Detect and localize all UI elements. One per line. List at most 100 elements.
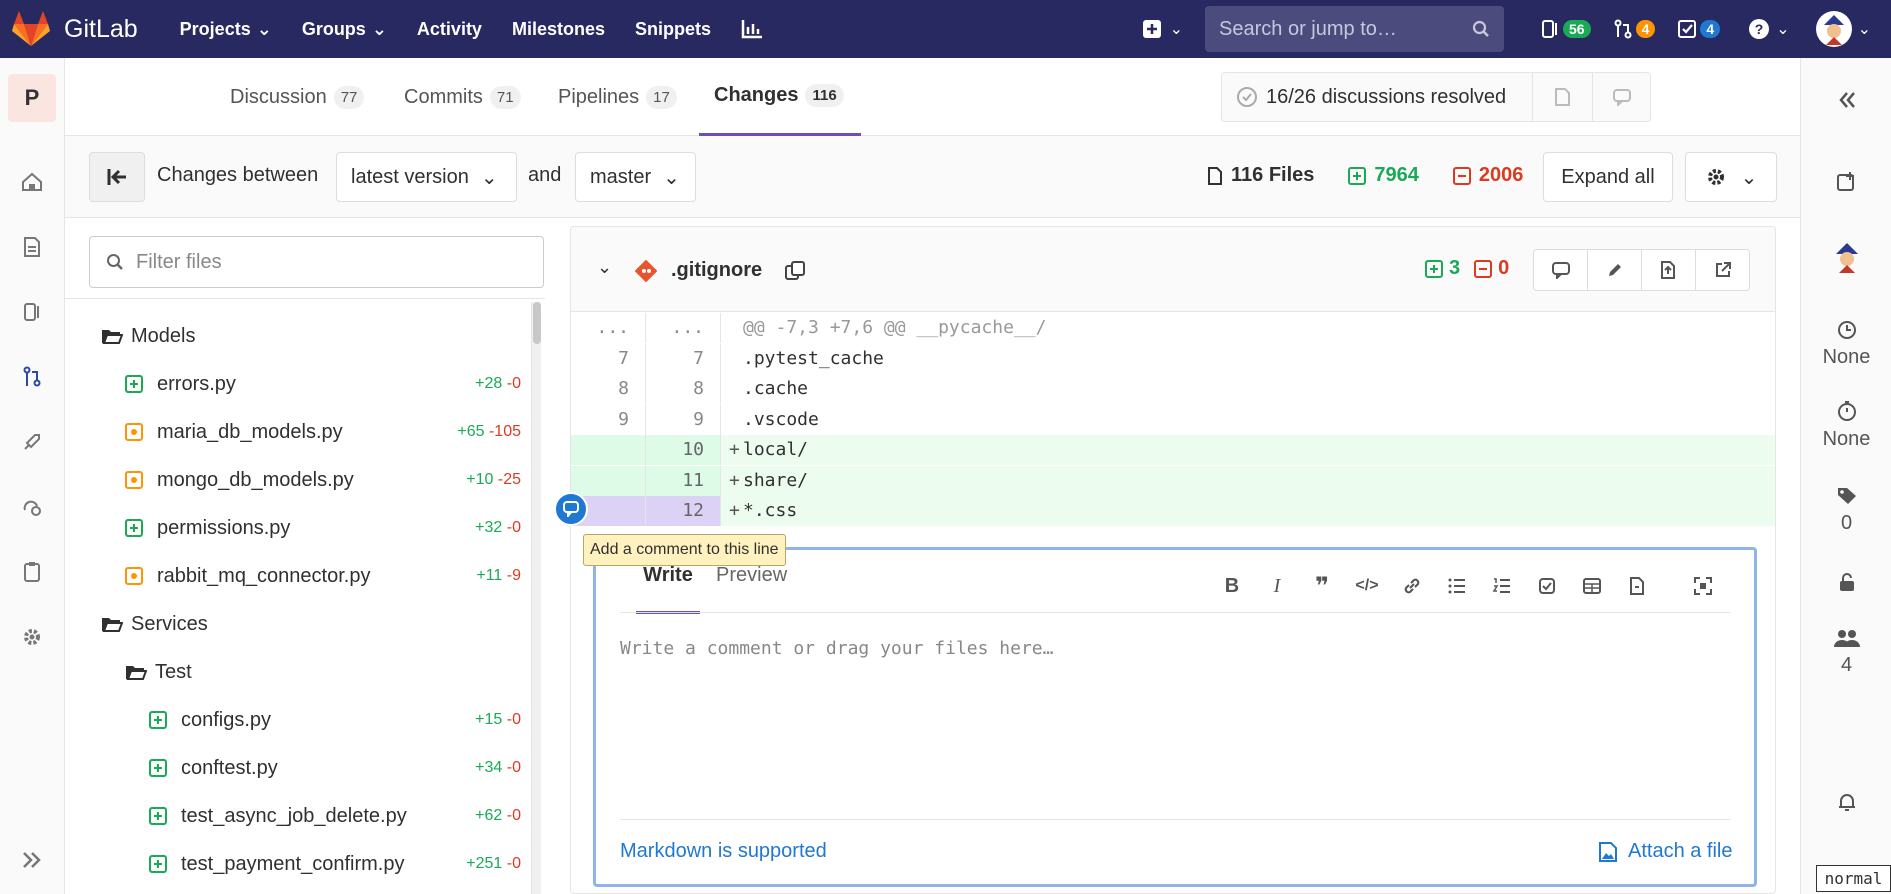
document-icon[interactable] — [12, 227, 52, 267]
issues-counter[interactable]: 56 — [1540, 19, 1591, 39]
add-comment-bubble[interactable] — [554, 492, 588, 526]
version-dropdown[interactable]: latest version ⌄ — [336, 152, 517, 202]
fullscreen-icon[interactable] — [1689, 572, 1717, 600]
todos-counter[interactable]: 4 — [1677, 19, 1721, 39]
search-input[interactable]: Search or jump to… — [1205, 6, 1505, 52]
diff-line[interactable]: 11 + share/ — [571, 465, 1775, 496]
jump-to-discussion-button[interactable] — [1592, 73, 1650, 121]
attach-file-link[interactable]: Attach a file — [1598, 840, 1733, 863]
new-dropdown[interactable]: ⌄ — [1142, 19, 1183, 39]
toggle-comments-button[interactable] — [1533, 249, 1588, 291]
old-line-number[interactable] — [571, 465, 646, 496]
collapse-sidebar-icon[interactable] — [1801, 90, 1891, 110]
markdown-help-link[interactable]: Markdown is supported — [620, 840, 827, 863]
folder-item[interactable]: Services — [101, 604, 521, 644]
filter-files-input[interactable]: Filter files — [89, 236, 544, 288]
time-tracking-item[interactable]: None — [1801, 400, 1891, 451]
bold-icon[interactable]: B — [1218, 572, 1246, 600]
nav-groups[interactable]: Groups ⌄ — [302, 19, 387, 40]
tab-commits[interactable]: Commits 71 — [404, 58, 521, 136]
gitlab-logo[interactable]: GitLab — [12, 11, 138, 47]
comment-textarea[interactable]: Write a comment or drag your files here… — [620, 638, 1730, 768]
numbered-list-icon[interactable] — [1488, 572, 1516, 600]
chart-icon[interactable] — [741, 19, 763, 39]
diff-line[interactable]: 8 8 .cache — [571, 374, 1775, 404]
nav-milestones[interactable]: Milestones — [512, 19, 605, 40]
notifications-bell-icon[interactable] — [1801, 792, 1891, 812]
file-item[interactable]: configs.py +15 -0 — [149, 700, 521, 740]
operations-icon[interactable] — [12, 487, 52, 527]
new-line-number[interactable]: 9 — [646, 404, 721, 435]
nav-projects[interactable]: Projects ⌄ — [180, 19, 272, 40]
issues-icon[interactable] — [12, 292, 52, 332]
new-line-number[interactable]: 8 — [646, 374, 721, 404]
merge-requests-counter[interactable]: 4 — [1613, 19, 1656, 39]
view-file-button[interactable] — [1641, 249, 1696, 291]
attach-file-icon[interactable] — [1623, 572, 1651, 600]
new-line-number[interactable]: 12 — [646, 496, 721, 526]
gear-icon[interactable] — [12, 617, 52, 657]
assignee-avatar[interactable] — [1801, 240, 1891, 274]
help-dropdown[interactable]: ? ⌄ — [1748, 18, 1790, 40]
copy-icon[interactable] — [784, 260, 806, 282]
merge-request-icon[interactable] — [12, 357, 52, 397]
diff-line[interactable]: 9 9 .vscode — [571, 404, 1775, 435]
add-todo-icon[interactable] — [1801, 170, 1891, 192]
nav-snippets[interactable]: Snippets — [635, 19, 711, 40]
new-line-number[interactable]: 10 — [646, 435, 721, 465]
file-item[interactable]: errors.py +28 -0 — [125, 364, 521, 404]
new-line-number[interactable]: 7 — [646, 343, 721, 374]
scrollbar-thumb[interactable] — [533, 302, 541, 344]
edit-file-button[interactable] — [1587, 249, 1642, 291]
old-line-number[interactable] — [571, 435, 646, 465]
table-icon[interactable] — [1578, 572, 1606, 600]
new-line-number[interactable]: ... — [646, 313, 721, 343]
project-avatar[interactable]: P — [8, 74, 56, 122]
new-line-number[interactable]: 11 — [646, 465, 721, 496]
chevron-down-icon[interactable]: ⌄ — [597, 257, 612, 278]
home-icon[interactable] — [12, 162, 52, 202]
tab-pipelines[interactable]: Pipelines 17 — [558, 58, 677, 136]
jump-next-unresolved-button[interactable] — [1532, 73, 1592, 121]
toggle-file-tree-button[interactable] — [89, 152, 145, 202]
old-line-number[interactable]: 9 — [571, 404, 646, 435]
link-icon[interactable] — [1398, 572, 1426, 600]
file-item[interactable]: test_async_job_delete.py +62 -0 — [149, 796, 521, 836]
expand-all-button[interactable]: Expand all — [1543, 152, 1673, 202]
milestone-item[interactable]: None — [1801, 320, 1891, 369]
tab-discussion[interactable]: Discussion 77 — [230, 58, 365, 136]
diff-settings-dropdown[interactable]: ⌄ — [1685, 152, 1777, 202]
task-list-icon[interactable] — [1533, 572, 1561, 600]
preview-tab[interactable]: Preview — [716, 564, 787, 587]
folder-item[interactable]: Test — [125, 652, 521, 692]
quote-icon[interactable]: ❞ — [1308, 572, 1336, 600]
code-icon[interactable]: </> — [1353, 572, 1381, 600]
labels-item[interactable]: 0 — [1801, 486, 1891, 535]
old-line-number[interactable]: 7 — [571, 343, 646, 374]
write-tab[interactable]: Write — [636, 564, 700, 614]
diff-line[interactable]: 7 7 .pytest_cache — [571, 343, 1775, 374]
file-item[interactable]: test_payment_confirm.py +251 -0 — [149, 844, 521, 884]
diff-line[interactable]: ...... @@ -7,3 +7,6 @@ __pycache__/ — [571, 313, 1775, 343]
rocket-icon[interactable] — [12, 422, 52, 462]
file-item[interactable]: rabbit_mq_connector.py +11 -9 — [125, 556, 521, 596]
participants-item[interactable]: 4 — [1801, 628, 1891, 677]
italic-icon[interactable]: I — [1263, 572, 1291, 600]
file-item[interactable]: maria_db_models.py +65 -105 — [125, 412, 521, 452]
bullet-list-icon[interactable] — [1443, 572, 1471, 600]
nav-activity[interactable]: Activity — [417, 19, 482, 40]
folder-item[interactable]: Models — [101, 316, 521, 356]
target-branch-dropdown[interactable]: master ⌄ — [575, 152, 696, 202]
expand-sidebar-icon[interactable] — [12, 840, 52, 880]
diff-line[interactable]: 12 + *.css — [571, 496, 1775, 526]
diff-line[interactable]: 10 + local/ — [571, 435, 1775, 465]
open-external-button[interactable] — [1695, 249, 1750, 291]
lock-icon[interactable] — [1801, 572, 1891, 592]
old-line-number[interactable]: ... — [571, 313, 646, 343]
clipboard-icon[interactable] — [12, 552, 52, 592]
file-item[interactable]: conftest.py +34 -0 — [149, 748, 521, 788]
user-menu[interactable]: ⌄ — [1815, 11, 1871, 47]
file-item[interactable]: permissions.py +32 -0 — [125, 508, 521, 548]
file-tree-scrollbar[interactable] — [531, 302, 541, 894]
tab-changes[interactable]: Changes 116 — [699, 58, 861, 136]
